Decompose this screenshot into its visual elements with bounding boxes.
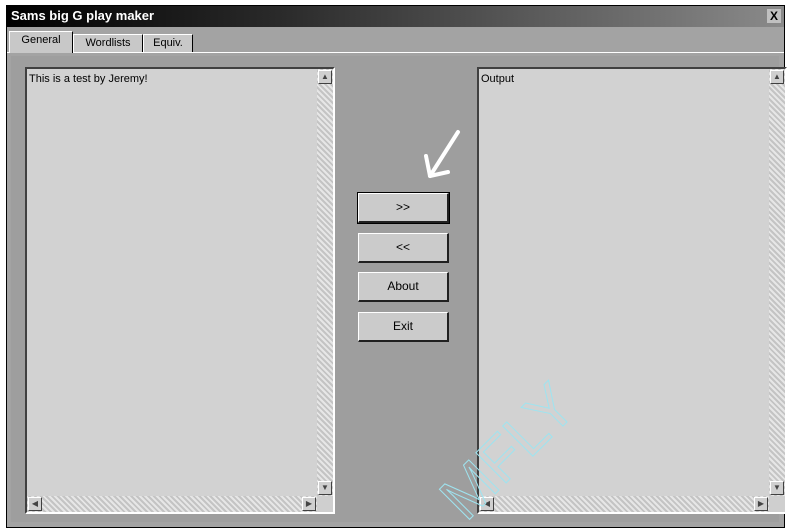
triangle-down-icon[interactable]: ▼ [318,481,332,495]
exit-label: Exit [392,319,413,333]
forward-label: >> [395,200,410,214]
output-text: Output [481,73,515,85]
back-button[interactable]: << [358,233,449,263]
scroll-corner [317,496,333,512]
tab-wordlists[interactable]: Wordlists [73,34,143,52]
input-horizontal-scrollbar[interactable]: ◀ ▶ [27,496,317,512]
input-text: This is a test by Jeremy! [29,73,148,85]
watermark-text: MFLY [436,370,590,530]
input-vertical-scrollbar[interactable]: ▲ ▼ [317,69,333,496]
tab-divider [7,52,784,53]
input-textbox[interactable]: This is a test by Jeremy! ▲ ▼ ◀ ▶ [25,67,335,514]
title-bar[interactable]: Sams big G play maker X [7,6,784,27]
about-label: About [387,279,419,293]
triangle-right-icon[interactable]: ▶ [754,497,768,511]
output-vertical-scrollbar[interactable]: ▲ ▼ [769,69,785,496]
tab-strip: General Wordlists Equiv. [7,28,784,53]
tab-equiv[interactable]: Equiv. [143,34,193,52]
about-button[interactable]: About [358,272,449,302]
triangle-up-icon[interactable]: ▲ [770,70,784,84]
app-window: Sams big G play maker X General Wordlist… [6,5,787,528]
triangle-left-icon[interactable]: ◀ [28,497,42,511]
window-title: Sams big G play maker [11,8,155,23]
annotation-arrow-icon [424,130,460,178]
watermark: MFLY [436,370,590,530]
scroll-corner [769,496,785,512]
forward-button[interactable]: >> [357,192,450,224]
back-label: << [395,240,410,254]
triangle-down-icon[interactable]: ▼ [770,481,784,495]
tab-general[interactable]: General [9,31,73,53]
triangle-up-icon[interactable]: ▲ [318,70,332,84]
triangle-right-icon[interactable]: ▶ [302,497,316,511]
close-button[interactable]: X [767,9,781,23]
